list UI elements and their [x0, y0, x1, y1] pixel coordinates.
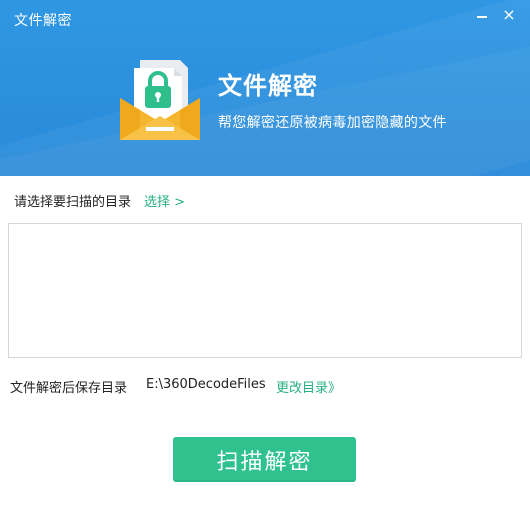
scan-decrypt-button[interactable]: 扫描解密	[173, 437, 356, 482]
change-directory-link[interactable]: 更改目录》	[276, 377, 341, 396]
save-directory-label: 文件解密后保存目录	[10, 381, 128, 396]
hero-title: 文件解密	[218, 72, 318, 100]
close-icon[interactable]: ×	[500, 6, 518, 24]
scan-directory-label: 请选择要扫描的目录	[14, 195, 132, 210]
hero-subtitle: 帮您解密还原被病毒加密隐藏的文件	[218, 115, 447, 131]
window-title: 文件解密	[14, 13, 72, 29]
directory-list-box[interactable]	[8, 223, 522, 358]
choose-directory-link[interactable]: 选择 >	[144, 191, 185, 210]
header-banner: 文件解密 × 文件解密 帮您解密还原被病毒加密隐藏的文件	[0, 0, 530, 176]
decrypt-window: 文件解密 × 文件解密 帮您解密还原被病毒加密隐藏的文件 请选择要扫描的目录 选…	[0, 0, 530, 530]
save-directory-path: E:\360DecodeFiles	[146, 377, 266, 392]
lock-envelope-icon	[120, 60, 200, 140]
minimize-icon[interactable]	[474, 6, 490, 24]
